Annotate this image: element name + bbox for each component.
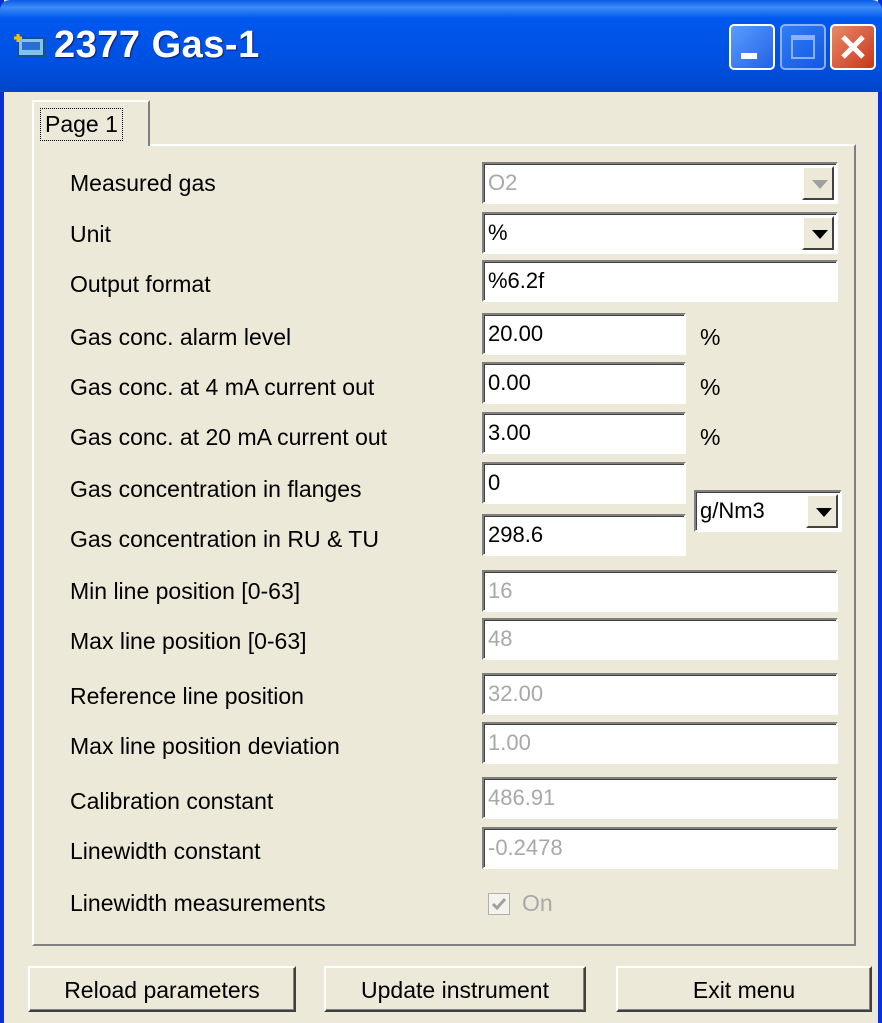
unit-value: % [488, 220, 508, 245]
conc-20ma-unit: % [700, 424, 721, 450]
label-conc-ru-tu: Gas concentration in RU & TU [70, 526, 379, 552]
label-unit: Unit [70, 221, 111, 247]
update-instrument-button[interactable]: Update instrument [324, 966, 586, 1012]
conc-unit-select[interactable]: g/Nm3 [694, 490, 842, 532]
dialog-window: 2377 Gas-1 Page 1 Measured gas Unit Outp… [0, 0, 882, 1023]
label-max-deviation: Max line position deviation [70, 733, 340, 759]
minimize-icon[interactable] [729, 24, 775, 70]
label-linewidth-const: Linewidth constant [70, 838, 261, 864]
chevron-down-icon[interactable] [802, 216, 834, 250]
measured-gas-select[interactable]: O2 [482, 162, 838, 204]
max-line-input[interactable]: 48 [482, 618, 838, 660]
maximize-icon[interactable] [780, 24, 826, 70]
conc-unit-value: g/Nm3 [700, 498, 765, 523]
max-deviation-input[interactable]: 1.00 [482, 722, 838, 764]
conc-20ma-input[interactable]: 3.00 [482, 412, 686, 454]
linewidth-meas-checkbox[interactable] [488, 893, 510, 915]
chevron-down-icon[interactable] [806, 494, 838, 528]
alarm-level-input[interactable]: 20.00 [482, 313, 686, 355]
tab-page-1[interactable]: Page 1 [32, 100, 150, 146]
title-bar[interactable]: 2377 Gas-1 [0, 0, 882, 92]
exit-menu-button[interactable]: Exit menu [616, 966, 872, 1012]
app-icon [14, 34, 45, 57]
window-title: 2377 Gas-1 [54, 24, 260, 66]
chevron-down-icon[interactable] [802, 166, 834, 200]
output-format-input[interactable]: %6.2f [482, 260, 838, 302]
conc-ru-tu-input[interactable]: 298.6 [482, 514, 686, 556]
measured-gas-value: O2 [488, 170, 518, 195]
calibration-input[interactable]: 486.91 [482, 777, 838, 819]
label-max-line: Max line position [0-63] [70, 628, 307, 654]
close-x-glyph [841, 35, 865, 59]
tab-page-1-label: Page 1 [40, 108, 123, 141]
reload-parameters-button[interactable]: Reload parameters [28, 966, 296, 1012]
label-measured-gas: Measured gas [70, 170, 216, 196]
check-icon [491, 898, 507, 911]
label-min-line: Min line position [0-63] [70, 578, 301, 604]
conc-4ma-unit: % [700, 374, 721, 400]
linewidth-meas-label: On [522, 890, 553, 916]
alarm-level-unit: % [700, 324, 721, 350]
label-linewidth-meas: Linewidth measurements [70, 890, 326, 916]
linewidth-const-input[interactable]: -0.2478 [482, 827, 838, 869]
label-calibration: Calibration constant [70, 788, 274, 814]
conc-4ma-input[interactable]: 0.00 [482, 362, 686, 404]
ref-line-input[interactable]: 32.00 [482, 673, 838, 715]
label-output-format: Output format [70, 271, 211, 297]
label-alarm-level: Gas conc. alarm level [70, 324, 292, 350]
label-conc-flanges: Gas concentration in flanges [70, 476, 362, 502]
conc-flanges-input[interactable]: 0 [482, 462, 686, 504]
close-icon[interactable] [830, 24, 876, 70]
label-conc-4ma: Gas conc. at 4 mA current out [70, 374, 375, 400]
unit-select[interactable]: % [482, 212, 838, 254]
label-ref-line: Reference line position [70, 683, 304, 709]
min-line-input[interactable]: 16 [482, 570, 838, 612]
label-conc-20ma: Gas conc. at 20 mA current out [70, 424, 388, 450]
